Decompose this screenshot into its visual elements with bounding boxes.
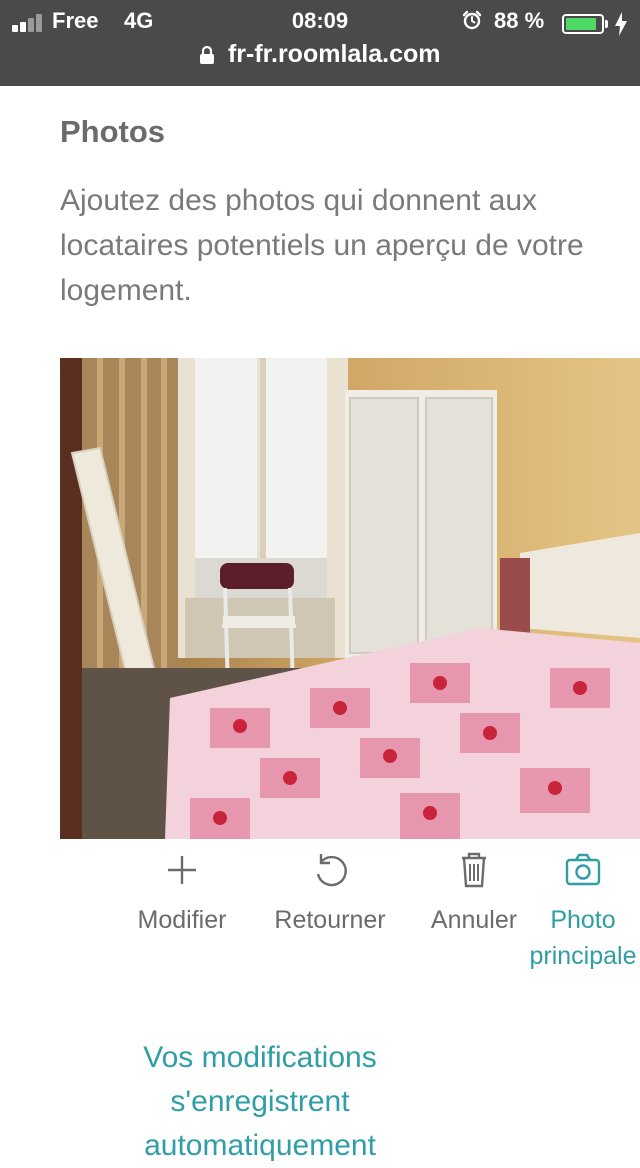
page-url: fr-fr.roomlala.com (227, 40, 441, 68)
battery-icon (562, 14, 604, 34)
section-description: Ajoutez des photos qui donnent aux locat… (60, 184, 584, 307)
photo-actions: Modifier Retourner Annuler Photo princip… (0, 848, 640, 978)
battery-fill (566, 18, 596, 30)
trash-icon (462, 852, 486, 888)
status-bar: Free 4G 08:09 88 % fr-fr.roomlala.com (0, 0, 640, 86)
camera-icon (565, 853, 601, 886)
room-photo[interactable] (60, 358, 640, 839)
rotate-label: Retourner (274, 906, 386, 934)
rotate-button[interactable]: Retourner (250, 848, 410, 938)
modify-label: Modifier (137, 906, 227, 934)
autosave-notice: Vos modifications s'enregistrent automat… (143, 1041, 377, 1162)
rotate-icon (316, 854, 347, 887)
status-row: Free 4G 08:09 88 % (0, 6, 640, 36)
battery-tip (605, 20, 608, 28)
main-photo-label: Photo principale (529, 906, 637, 970)
lock-icon (200, 45, 215, 64)
address-bar[interactable]: fr-fr.roomlala.com (0, 40, 640, 74)
main-photo-button[interactable]: Photo principale (508, 848, 640, 974)
charging-icon (615, 12, 627, 36)
battery-percent: 88 % (494, 8, 545, 33)
section-title: Photos (60, 114, 166, 149)
plus-icon (168, 856, 196, 884)
alarm-icon (462, 10, 482, 30)
modify-button[interactable]: Modifier (102, 848, 262, 938)
